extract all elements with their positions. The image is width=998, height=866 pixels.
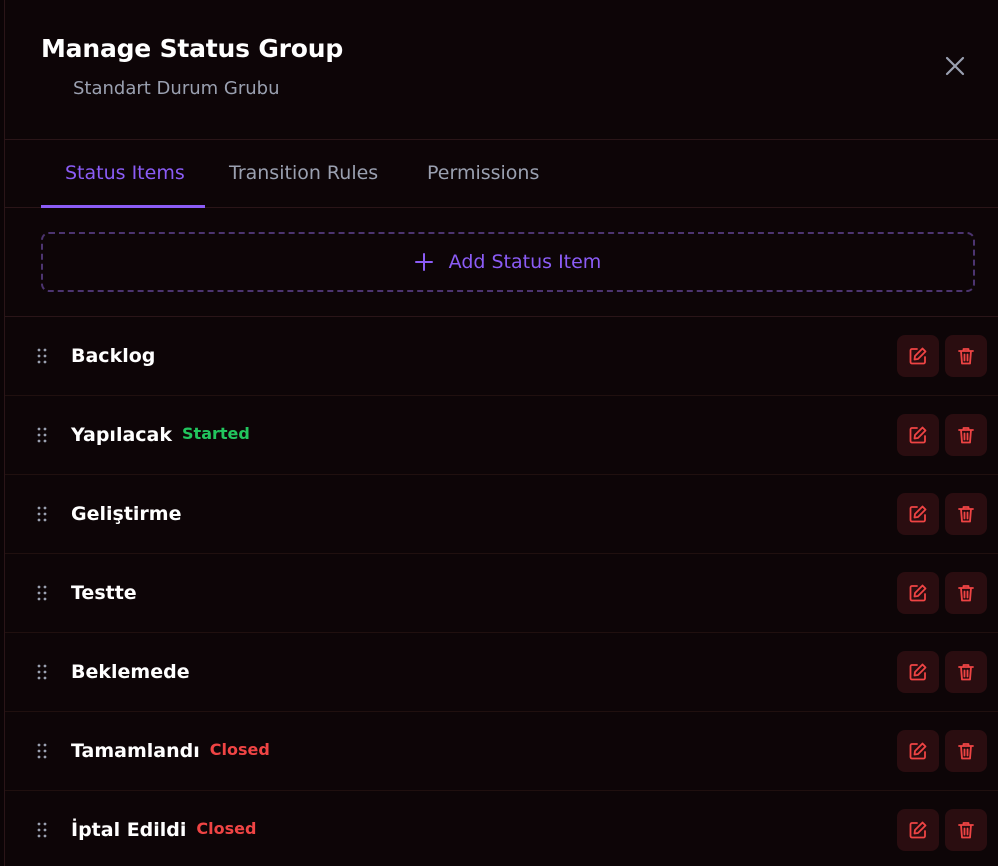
status-item-name: Testte — [71, 582, 137, 604]
edit-button[interactable] — [897, 809, 939, 851]
drag-handle-icon[interactable] — [35, 347, 49, 365]
trash-icon — [958, 743, 974, 760]
status-item-label: Yapılacak Started — [71, 424, 250, 446]
modal-subtitle: Standart Durum Grubu — [73, 78, 280, 99]
trash-icon — [958, 664, 974, 681]
drag-handle-icon[interactable] — [35, 663, 49, 681]
delete-button[interactable] — [945, 335, 987, 377]
status-item-label: Tamamlandı Closed — [71, 740, 270, 762]
status-item-label: Testte — [71, 582, 137, 604]
edit-icon — [909, 742, 927, 760]
delete-button[interactable] — [945, 730, 987, 772]
edit-button[interactable] — [897, 730, 939, 772]
drag-handle-icon[interactable] — [35, 426, 49, 444]
edit-button[interactable] — [897, 651, 939, 693]
status-badge: Closed — [196, 819, 257, 838]
edit-icon — [909, 663, 927, 681]
add-status-item-button[interactable]: Add Status Item — [41, 232, 975, 292]
delete-button[interactable] — [945, 809, 987, 851]
close-button[interactable] — [941, 52, 969, 80]
status-item-name: Yapılacak — [71, 424, 173, 446]
edit-icon — [909, 505, 927, 523]
tab-permissions[interactable]: Permissions — [427, 162, 539, 184]
drag-handle-icon[interactable] — [35, 505, 49, 523]
modal-header: Manage Status Group Standart Durum Grubu — [5, 0, 998, 140]
status-item-name: Beklemede — [71, 661, 190, 683]
modal-title: Manage Status Group — [41, 34, 344, 63]
edit-icon — [909, 426, 927, 444]
trash-icon — [958, 427, 974, 444]
delete-button[interactable] — [945, 572, 987, 614]
status-badge: Started — [182, 424, 250, 443]
drag-handle-icon[interactable] — [35, 584, 49, 602]
manage-status-group-modal: Manage Status Group Standart Durum Grubu… — [4, 0, 998, 866]
trash-icon — [958, 822, 974, 839]
edit-button[interactable] — [897, 414, 939, 456]
status-item-label: İptal Edildi Closed — [71, 819, 256, 841]
plus-icon — [414, 253, 433, 271]
delete-button[interactable] — [945, 493, 987, 535]
status-item-label: Geliştirme — [71, 503, 181, 525]
status-item-name: Tamamlandı — [71, 740, 200, 762]
trash-icon — [958, 585, 974, 602]
edit-icon — [909, 821, 927, 839]
trash-icon — [958, 506, 974, 523]
edit-button[interactable] — [897, 335, 939, 377]
status-badge: Closed — [209, 740, 270, 759]
list-item: Testte — [5, 554, 998, 633]
drag-handle-icon[interactable] — [35, 742, 49, 760]
edit-button[interactable] — [897, 493, 939, 535]
list-item: Beklemede — [5, 633, 998, 712]
add-status-item-label: Add Status Item — [448, 251, 602, 273]
status-item-list: Backlog Yapılacak Started Geliştirme Tes… — [5, 317, 998, 866]
list-item: İptal Edildi Closed — [5, 791, 998, 866]
list-item: Tamamlandı Closed — [5, 712, 998, 791]
list-item: Geliştirme — [5, 475, 998, 554]
tab-bar: Status Items Transition Rules Permission… — [5, 140, 998, 208]
status-item-name: Geliştirme — [71, 503, 182, 525]
status-item-label: Backlog — [71, 345, 155, 367]
list-item: Backlog — [5, 317, 998, 396]
status-item-label: Beklemede — [71, 661, 190, 683]
list-item: Yapılacak Started — [5, 396, 998, 475]
edit-icon — [909, 347, 927, 365]
edit-icon — [909, 584, 927, 602]
drag-handle-icon[interactable] — [35, 821, 49, 839]
status-item-name: Backlog — [71, 345, 156, 367]
tab-transition-rules[interactable]: Transition Rules — [229, 162, 378, 184]
close-icon — [945, 56, 965, 76]
delete-button[interactable] — [945, 651, 987, 693]
delete-button[interactable] — [945, 414, 987, 456]
add-item-area: Add Status Item — [5, 208, 998, 317]
tab-status-items[interactable]: Status Items — [65, 162, 185, 184]
status-item-name: İptal Edildi — [71, 819, 187, 841]
edit-button[interactable] — [897, 572, 939, 614]
trash-icon — [958, 348, 974, 365]
